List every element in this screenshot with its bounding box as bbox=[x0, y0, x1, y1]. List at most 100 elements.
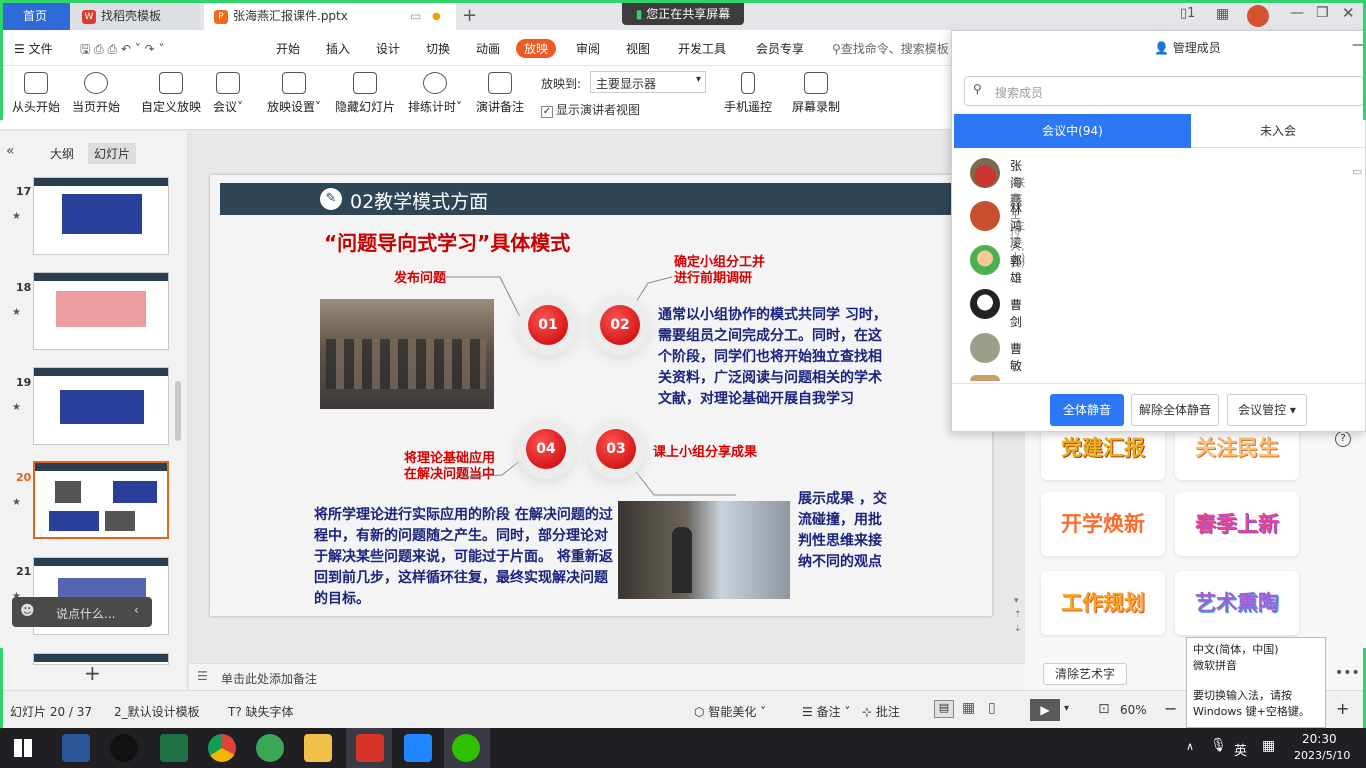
outline-tab[interactable]: 大纲 bbox=[50, 145, 74, 162]
word-app-icon[interactable] bbox=[62, 734, 90, 762]
meeting-app-icon[interactable] bbox=[404, 734, 432, 762]
menu-transition[interactable]: 切换 bbox=[426, 40, 450, 57]
show-settings-button[interactable]: 放映设置˅ bbox=[264, 72, 324, 115]
collapse-panel-icon[interactable]: « bbox=[6, 143, 15, 159]
reading-view-icon[interactable]: ▯ bbox=[988, 700, 996, 716]
file-explorer-icon[interactable] bbox=[304, 734, 332, 762]
quick-tools-icon[interactable]: 🖫 ⎙ ⎙ ↶ ˅ ↷ ˅ bbox=[80, 40, 164, 61]
tab-home[interactable]: 首页 bbox=[0, 3, 70, 30]
art-word-item[interactable]: 工作规划 bbox=[1041, 571, 1165, 635]
file-menu[interactable]: ☰ 文件 bbox=[14, 40, 53, 57]
menu-developer[interactable]: 开发工具 bbox=[678, 40, 726, 57]
wps-app-icon[interactable] bbox=[356, 734, 384, 762]
show-on-select[interactable]: 主要显示器 ▾ bbox=[590, 71, 706, 93]
slide-thumbnail-17[interactable] bbox=[33, 177, 169, 255]
menu-insert[interactable]: 插入 bbox=[326, 40, 350, 57]
slides-tab[interactable]: 幻灯片 bbox=[88, 143, 137, 164]
notes-pane[interactable]: ☰ 单击此处添加备注 bbox=[189, 663, 1025, 690]
tab-document[interactable]: P 张海燕汇报课件.pptx ▭ ● bbox=[204, 3, 456, 30]
phone-remote-button[interactable]: 手机遥控 bbox=[720, 72, 776, 115]
menu-member[interactable]: 会员专享 bbox=[756, 40, 804, 57]
microphone-icon[interactable]: 🎙 bbox=[1210, 738, 1227, 753]
presenter-view-toggle[interactable]: ✓ 显示演讲者视图 bbox=[541, 101, 640, 118]
layout-icon[interactable]: ▯1 bbox=[1180, 6, 1195, 21]
wechat-app-icon[interactable] bbox=[452, 734, 480, 762]
user-avatar[interactable] bbox=[1247, 5, 1269, 27]
menu-view[interactable]: 视图 bbox=[626, 40, 650, 57]
comments-button[interactable]: ⊹ 批注 bbox=[862, 703, 900, 720]
slide-thumbnail-19[interactable] bbox=[33, 367, 169, 445]
new-tab-icon[interactable]: + bbox=[462, 5, 477, 26]
chrome-app-icon[interactable] bbox=[208, 734, 236, 762]
tab-in-meeting[interactable]: 会议中(94) bbox=[954, 114, 1191, 148]
from-current-button[interactable]: 当页开始 bbox=[70, 72, 122, 115]
slide-thumbnail-20[interactable] bbox=[33, 461, 169, 539]
sorter-view-icon[interactable]: ▦ bbox=[962, 700, 975, 716]
minimize-icon[interactable]: — bbox=[1290, 5, 1304, 21]
zoom-out-icon[interactable]: − bbox=[1164, 699, 1177, 718]
panel-scrollbar[interactable] bbox=[175, 381, 181, 441]
unmute-all-button[interactable]: 解除全体静音 bbox=[1131, 394, 1219, 426]
smart-beautify-button[interactable]: ⬡ 智能美化 ˅ bbox=[694, 703, 766, 720]
fit-window-icon[interactable]: ⊡ bbox=[1098, 701, 1110, 717]
slide-thumbnail-22[interactable] bbox=[33, 653, 169, 665]
hide-slide-button[interactable]: 隐藏幻灯片 bbox=[334, 72, 396, 115]
art-word-item[interactable]: 开学焕新 bbox=[1041, 492, 1165, 556]
hide-slide-icon bbox=[353, 72, 377, 94]
sharing-banner[interactable]: ▮ 您正在共享屏幕 bbox=[622, 3, 744, 25]
from-start-button[interactable]: 从头开始 bbox=[10, 72, 62, 115]
phone-icon bbox=[741, 72, 755, 94]
normal-view-icon[interactable]: ▤ bbox=[934, 700, 954, 718]
template-name[interactable]: 2_默认设计模板 bbox=[114, 703, 200, 720]
tray-chevron-up-icon[interactable]: ∧ bbox=[1186, 740, 1194, 753]
checkbox-checked-icon[interactable]: ✓ bbox=[541, 106, 553, 118]
screen-record-button[interactable]: 屏幕录制 bbox=[788, 72, 844, 115]
zoom-in-icon[interactable]: + bbox=[1336, 699, 1349, 718]
custom-show-button[interactable]: 自定义放映 bbox=[140, 72, 202, 115]
ime-grid-icon[interactable]: ▦ bbox=[1262, 738, 1275, 754]
more-icon[interactable]: ••• bbox=[1335, 665, 1360, 681]
menu-design[interactable]: 设计 bbox=[376, 40, 400, 57]
clear-art-word-button[interactable]: 清除艺术字 bbox=[1043, 663, 1127, 685]
clock-date[interactable]: 2023/5/10 bbox=[1294, 749, 1350, 762]
grid-icon[interactable]: ▦ bbox=[1216, 6, 1229, 22]
missing-font[interactable]: T? 缺失字体 bbox=[228, 703, 294, 720]
meeting-manage-button[interactable]: 会议管控 ▾ bbox=[1227, 394, 1307, 426]
menu-home[interactable]: 开始 bbox=[276, 40, 300, 57]
browser-app-icon[interactable] bbox=[256, 734, 284, 762]
play-slideshow-icon[interactable]: ▶ bbox=[1030, 699, 1060, 721]
mute-all-button[interactable]: 全体静音 bbox=[1050, 394, 1124, 426]
menu-slideshow[interactable]: 放映 bbox=[516, 39, 557, 58]
add-slide-icon[interactable]: + bbox=[84, 661, 101, 685]
windows-start-icon[interactable] bbox=[14, 739, 32, 757]
tab-template[interactable]: W 找稻壳模板 bbox=[72, 3, 200, 30]
collapse-comment-icon[interactable]: ‹ bbox=[134, 603, 139, 617]
comment-box[interactable]: ☻ 说点什么... ‹ bbox=[12, 597, 152, 627]
meeting-button[interactable]: 会议˅ bbox=[210, 72, 246, 115]
art-word-item[interactable]: 艺术熏陶 bbox=[1175, 571, 1299, 635]
side-scroll-icon[interactable]: ▭ bbox=[1352, 165, 1362, 178]
help-icon[interactable]: ? bbox=[1335, 431, 1351, 447]
ime-indicator[interactable]: 英 bbox=[1234, 740, 1247, 759]
emoji-icon[interactable]: ☻ bbox=[20, 603, 35, 619]
close-icon[interactable]: ✕ bbox=[1342, 4, 1355, 22]
rehearse-button[interactable]: 排练计时˅ bbox=[404, 72, 466, 115]
menu-review[interactable]: 审阅 bbox=[576, 40, 600, 57]
presenter-notes-button[interactable]: 演讲备注 bbox=[474, 72, 526, 115]
clock-time[interactable]: 20:30 bbox=[1302, 732, 1337, 746]
canvas-scroll-arrows[interactable]: ▾ ⇡ ⇣ bbox=[1014, 594, 1022, 636]
excel-app-icon[interactable] bbox=[160, 734, 188, 762]
qq-app-icon[interactable] bbox=[110, 734, 138, 762]
chevron-down-icon[interactable]: ▾ bbox=[1064, 703, 1069, 714]
notes-button[interactable]: ☰ 备注 ˅ bbox=[802, 703, 850, 720]
tab-not-joined[interactable]: 未入会 bbox=[1191, 114, 1365, 148]
art-word-item[interactable]: 春季上新 bbox=[1175, 492, 1299, 556]
command-search[interactable]: ⚲查找命令、搜索模板 bbox=[832, 40, 949, 57]
menu-animation[interactable]: 动画 bbox=[476, 40, 500, 57]
member-search-input[interactable]: ⚲ 搜索成员 bbox=[964, 76, 1364, 106]
slide-thumbnail-18[interactable] bbox=[33, 272, 169, 350]
restore-icon[interactable]: ❐ bbox=[1316, 5, 1329, 21]
slide[interactable]: ✎ 02教学模式方面 “问题导向式学习”具体模式 发布问题 确定小组分工并 进行… bbox=[210, 175, 992, 616]
monitor-icon[interactable]: ▭ bbox=[410, 3, 421, 30]
zoom-level[interactable]: 60% bbox=[1120, 703, 1147, 717]
